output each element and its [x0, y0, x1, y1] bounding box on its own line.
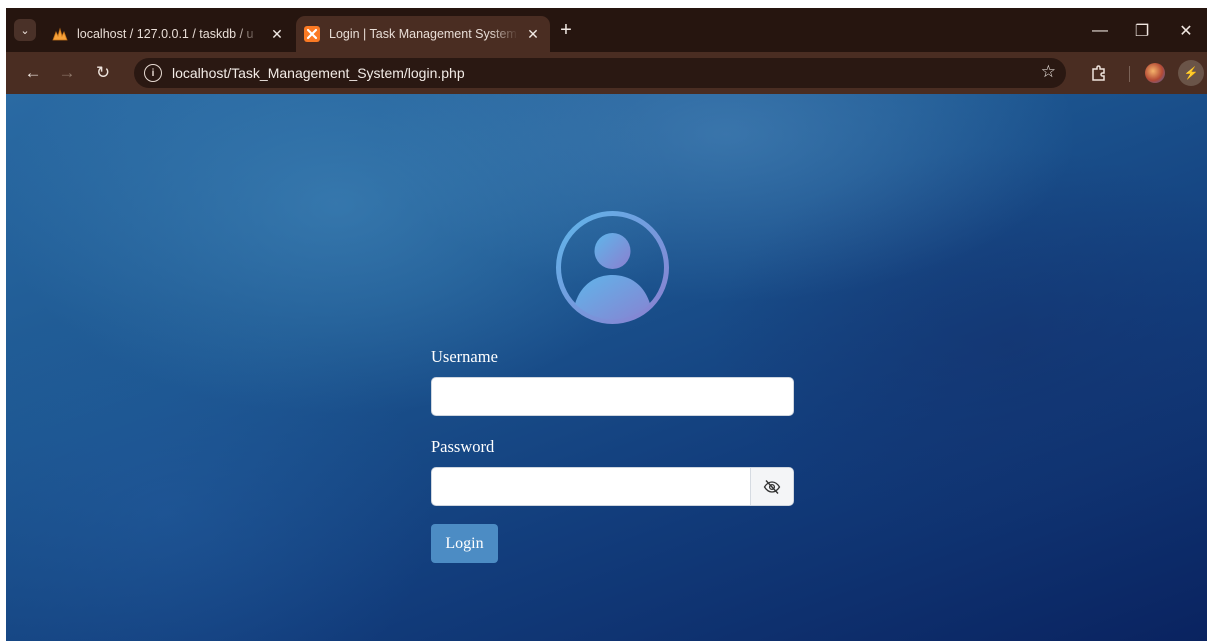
info-icon[interactable]: i	[144, 64, 162, 82]
account-avatar[interactable]	[1145, 63, 1165, 83]
toolbar-divider	[1129, 66, 1130, 82]
password-field-group	[431, 467, 794, 506]
login-button[interactable]: Login	[431, 524, 498, 563]
extensions-button[interactable]	[1086, 61, 1112, 85]
restore-button[interactable]: ❐	[1121, 16, 1163, 46]
puzzle-icon	[1092, 65, 1105, 81]
browser-toolbar: ← → ↻ i localhost/Task_Management_System…	[6, 52, 1207, 94]
arrow-left-icon: ←	[24, 63, 42, 82]
tab-title: Login | Task Management System	[329, 27, 517, 41]
phpmyadmin-icon	[52, 26, 68, 42]
profile-icon: ⚡	[1183, 66, 1199, 80]
reload-icon: ↻	[95, 63, 111, 82]
user-avatar-icon	[556, 211, 669, 324]
eye-slash-icon	[763, 479, 781, 494]
username-label: Username	[431, 347, 498, 366]
address-bar[interactable]: i localhost/Task_Management_System/login…	[134, 58, 1066, 88]
browser-window: ⌄ localhost / 127.0.0.1 / taskdb / u ✕ L…	[6, 8, 1207, 641]
close-icon[interactable]: ✕	[524, 25, 542, 43]
profile-button[interactable]: ⚡	[1178, 60, 1204, 86]
close-icon[interactable]: ✕	[268, 25, 286, 43]
tab-phpmyadmin[interactable]: localhost / 127.0.0.1 / taskdb / u ✕	[44, 16, 294, 52]
back-button[interactable]: ←	[20, 61, 46, 85]
forward-button[interactable]: →	[54, 61, 80, 85]
password-input[interactable]	[432, 468, 750, 505]
tab-login[interactable]: Login | Task Management System ✕	[296, 16, 550, 52]
xampp-icon	[304, 26, 320, 42]
close-icon: ✕	[1179, 23, 1193, 40]
toggle-password-visibility-button[interactable]	[750, 468, 793, 505]
reload-button[interactable]: ↻	[90, 61, 116, 85]
username-input[interactable]	[431, 377, 794, 416]
new-tab-button[interactable]: +	[556, 20, 576, 40]
tab-search-button[interactable]: ⌄	[14, 19, 36, 41]
tab-strip: ⌄ localhost / 127.0.0.1 / taskdb / u ✕ L…	[6, 8, 1207, 52]
url-text: localhost/Task_Management_System/login.p…	[172, 65, 465, 81]
minimize-icon: —	[1092, 22, 1108, 39]
close-window-button[interactable]: ✕	[1165, 16, 1207, 46]
plus-icon: +	[560, 19, 572, 41]
tab-title: localhost / 127.0.0.1 / taskdb / u	[77, 27, 254, 41]
minimize-button[interactable]: —	[1079, 16, 1121, 46]
bookmark-star-icon[interactable]: ☆	[1041, 62, 1056, 82]
password-label: Password	[431, 437, 495, 456]
arrow-right-icon: →	[58, 63, 76, 82]
chevron-down-icon: ⌄	[20, 24, 30, 37]
restore-icon: ❐	[1134, 23, 1150, 40]
page-viewport: Username Password Login	[6, 94, 1207, 641]
